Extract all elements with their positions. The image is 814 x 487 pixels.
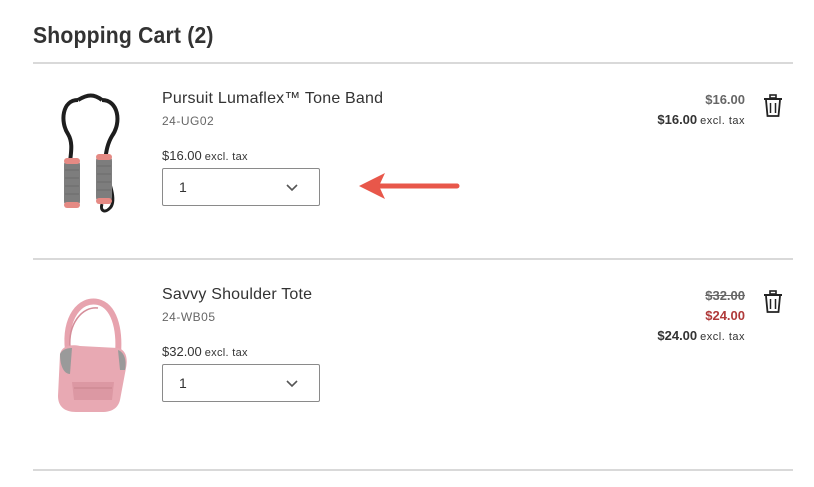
price-original: $16.00 — [705, 92, 745, 107]
unit-price-value: $16.00 — [162, 148, 202, 163]
price-total: $24.00 excl. tax — [657, 326, 745, 347]
cart-item-shoulder-tote: Savvy Shoulder Tote 24-WB05 $32.00 excl. … — [0, 260, 814, 450]
item-sku: 24-UG02 — [162, 114, 215, 128]
quantity-select[interactable]: 1 — [162, 364, 320, 402]
cart-item-tone-band: Pursuit Lumaflex™ Tone Band 24-UG02 $16.… — [0, 64, 814, 254]
unit-price: $16.00 excl. tax — [162, 148, 248, 163]
jump-rope-image[interactable] — [40, 92, 140, 222]
item-name[interactable]: Savvy Shoulder Tote — [162, 286, 312, 304]
price-original-struck: $32.00 — [705, 288, 745, 303]
pink-tote-bag-image[interactable] — [40, 288, 140, 418]
price-sale: $24.00 — [705, 308, 745, 323]
quantity-select[interactable]: 1 — [162, 168, 320, 206]
price-total-value: $16.00 — [657, 112, 698, 127]
item-sku: 24-WB05 — [162, 310, 216, 324]
price-total-value: $24.00 — [657, 328, 698, 343]
chevron-down-icon — [286, 380, 298, 388]
item-price: $16.00 $16.00 excl. tax — [657, 90, 745, 131]
price-total: $16.00 excl. tax — [657, 110, 745, 131]
quantity-value: 1 — [179, 375, 187, 391]
unit-price-tax-label: excl. tax — [204, 347, 248, 359]
divider — [33, 469, 793, 471]
item-name[interactable]: Pursuit Lumaflex™ Tone Band — [162, 90, 383, 108]
price-total-tax-label: excl. tax — [700, 331, 745, 343]
trash-icon[interactable] — [762, 94, 784, 118]
unit-price-value: $32.00 — [162, 344, 202, 359]
price-total-tax-label: excl. tax — [700, 115, 745, 127]
trash-icon[interactable] — [762, 290, 784, 314]
unit-price: $32.00 excl. tax — [162, 344, 248, 359]
item-price: $32.00 $24.00 $24.00 excl. tax — [657, 286, 745, 347]
red-arrow-annotation — [359, 173, 460, 199]
quantity-value: 1 — [179, 179, 187, 195]
unit-price-tax-label: excl. tax — [204, 151, 248, 163]
chevron-down-icon — [286, 184, 298, 192]
page-title: Shopping Cart (2) — [33, 22, 214, 48]
